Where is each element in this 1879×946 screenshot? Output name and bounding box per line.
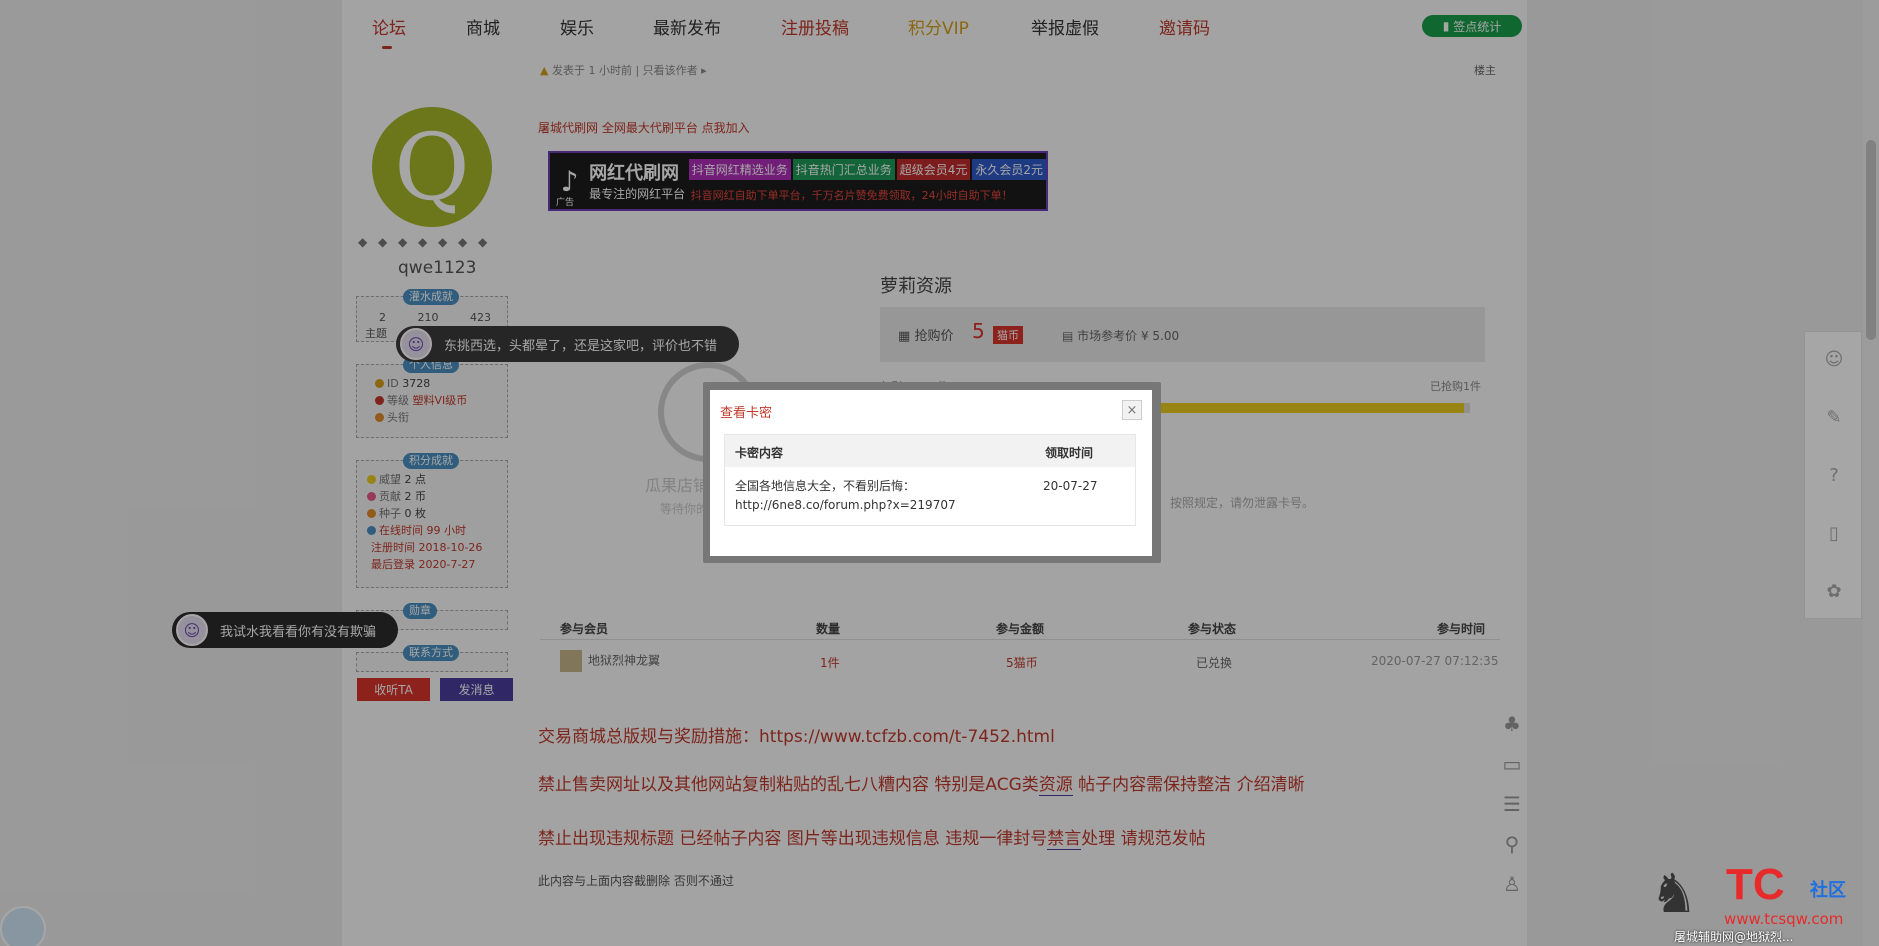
card-content[interactable]: 全国各地信息大全，不看别后悔： http://6ne8.co/forum.php… [735, 477, 956, 515]
watermark-url: www.tcsqw.com [1724, 910, 1844, 928]
watermark-logo: TC [1726, 860, 1785, 909]
watermark-source: 屠城辅助网@地狱烈... [1674, 930, 1794, 944]
close-icon[interactable]: × [1122, 400, 1142, 420]
card-table: 卡密内容 领取时间 全国各地信息大全，不看别后悔： http://6ne8.co… [724, 434, 1136, 526]
modal-title: 查看卡密 [720, 406, 773, 421]
watermark-brand: 社区 [1810, 880, 1846, 901]
card-time: 20-07-27 [1043, 479, 1098, 493]
site-watermark: ♞ TC 社区 www.tcsqw.com 屠城辅助网@地狱烈... [1632, 848, 1872, 944]
robot-icon: ♞ [1649, 861, 1699, 925]
card-secret-modal: 查看卡密 × 卡密内容 领取时间 全国各地信息大全，不看别后悔： http://… [710, 390, 1152, 556]
table-row: 全国各地信息大全，不看别后悔： http://6ne8.co/forum.php… [725, 467, 1135, 525]
card-table-header: 卡密内容 领取时间 [725, 435, 1135, 467]
